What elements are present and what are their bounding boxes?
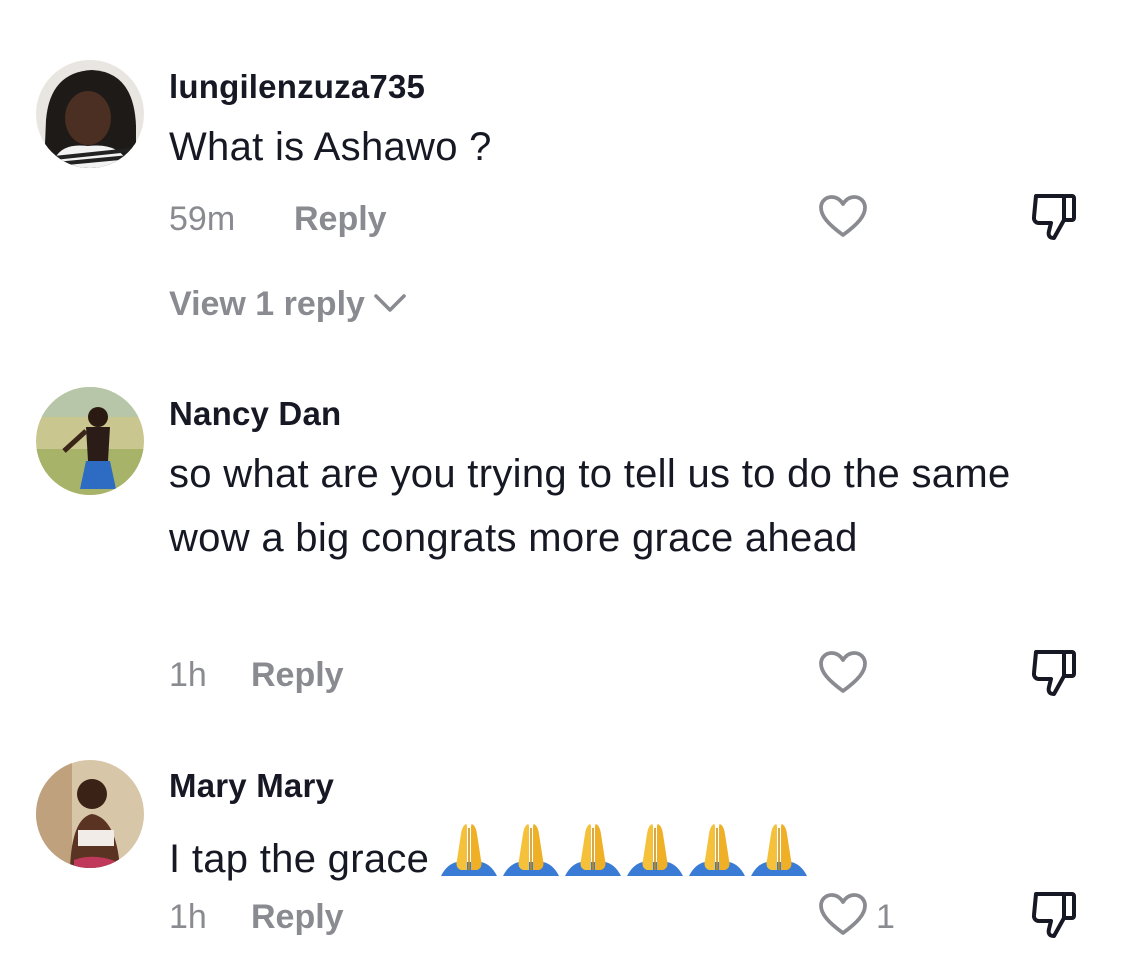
comment-timestamp: 1h [169, 656, 207, 694]
like-button[interactable] [818, 650, 868, 696]
avatar[interactable] [36, 387, 144, 495]
thumbs-down-icon [1031, 892, 1076, 938]
dislike-button[interactable] [1028, 646, 1080, 698]
comment-text: I tap the grace [169, 820, 1069, 899]
praying-hands-icon [439, 820, 499, 880]
heart-outline-icon [819, 893, 867, 935]
comment-username[interactable]: lungilenzuza735 [169, 70, 425, 103]
chevron-down-icon [373, 286, 407, 320]
praying-hands-icon [749, 820, 809, 880]
comment-username[interactable]: Mary Mary [169, 769, 334, 802]
comment-text-content: I tap the grace [169, 837, 430, 881]
dislike-button[interactable] [1028, 190, 1080, 242]
avatar[interactable] [36, 60, 144, 168]
dislike-button[interactable] [1028, 888, 1080, 940]
praying-hands-icon [563, 820, 623, 880]
comment-timestamp: 1h [169, 898, 207, 936]
avatar[interactable] [36, 760, 144, 868]
reply-button[interactable]: Reply [251, 658, 344, 692]
reply-button[interactable]: Reply [294, 202, 387, 236]
view-replies-button[interactable]: View 1 reply [169, 287, 407, 321]
view-replies-label: View 1 reply [169, 285, 365, 323]
reply-button[interactable]: Reply [251, 900, 344, 934]
heart-outline-icon [819, 195, 867, 237]
thumbs-down-icon [1031, 650, 1076, 696]
like-button[interactable] [818, 194, 868, 240]
comment-text: so what are you trying to tell us to do … [169, 452, 1011, 560]
like-button[interactable] [818, 892, 868, 938]
heart-outline-icon [819, 651, 867, 693]
praying-hands-icon [501, 820, 561, 880]
praying-hands-icon [625, 820, 685, 880]
comment-text: What is Ashawo ? [169, 125, 492, 169]
praying-hands-icon [687, 820, 747, 880]
thumbs-down-icon [1031, 194, 1076, 240]
comment-timestamp: 59m [169, 200, 236, 238]
praying-hands-emoji-group [439, 820, 811, 899]
comment-username[interactable]: Nancy Dan [169, 397, 341, 430]
like-count: 1 [876, 898, 895, 936]
